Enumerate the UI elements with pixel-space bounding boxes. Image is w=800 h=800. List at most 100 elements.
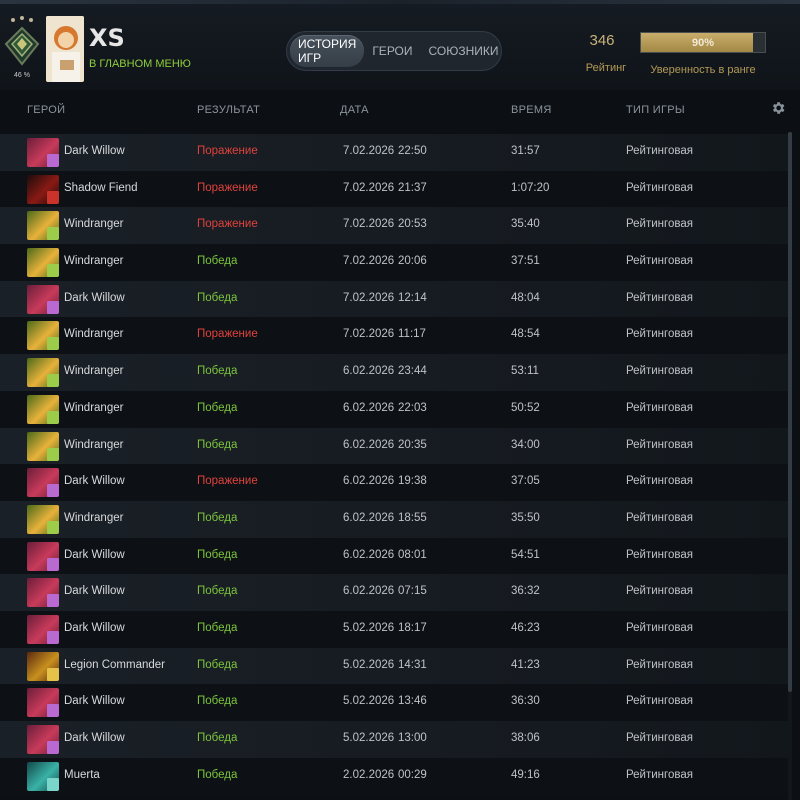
hero-name: Shadow Fiend <box>64 181 138 194</box>
match-type: Рейтинговая <box>626 291 693 304</box>
match-start-time: 18:17 <box>398 621 427 634</box>
match-row[interactable]: Dark Willow Поражение 7.02.2026 22:50 31:57 Р… <box>0 134 790 171</box>
hero-role-badge-icon <box>47 410 59 424</box>
hero-portrait-icon <box>27 138 59 167</box>
match-list: Dark Willow Поражение 7.02.2026 22:50 31:57 Р… <box>0 134 790 795</box>
match-row[interactable]: Legion Commander Победа 5.02.2026 14:31 41:2… <box>0 647 790 685</box>
hero-portrait-icon <box>27 431 59 461</box>
scrollbar-thumb[interactable] <box>788 132 792 692</box>
match-start-time: 23:44 <box>398 365 427 378</box>
tab-heroes[interactable]: ГЕРОИ <box>364 35 420 67</box>
col-header-type[interactable]: ТИП ИГРЫ <box>626 104 685 116</box>
match-result: Победа <box>197 585 238 598</box>
match-result: Победа <box>197 401 238 414</box>
match-type: Рейтинговая <box>626 732 693 744</box>
match-result: Победа <box>197 255 238 268</box>
match-date: 6.02.2026 <box>343 401 395 414</box>
match-start-time: 12:14 <box>398 291 427 304</box>
match-duration: 1:07:20 <box>511 181 550 194</box>
hero-portrait-icon <box>27 321 59 351</box>
hero-portrait-icon <box>27 358 59 388</box>
match-row[interactable]: Windranger Победа 6.02.2026 20:35 34:00 Рейти… <box>0 427 790 465</box>
match-duration: 53:11 <box>511 365 539 378</box>
match-result: Поражение <box>197 328 258 341</box>
col-header-result[interactable]: РЕЗУЛЬТАТ <box>197 104 260 116</box>
hero-portrait-icon <box>27 394 59 424</box>
match-date: 5.02.2026 <box>343 658 395 671</box>
match-date: 7.02.2026 <box>343 291 395 304</box>
match-result: Поражение <box>197 475 258 488</box>
match-duration: 36:32 <box>511 585 540 598</box>
match-result: Победа <box>197 768 238 781</box>
match-duration: 54:51 <box>511 548 540 561</box>
hero-role-badge-icon <box>47 154 59 167</box>
match-row[interactable]: Dark Willow Победа 5.02.2026 18:17 46:23 Рейт… <box>0 610 790 648</box>
match-start-time: 13:46 <box>398 695 427 708</box>
match-duration: 46:23 <box>511 621 540 634</box>
match-type: Рейтинговая <box>626 401 693 414</box>
match-result: Победа <box>197 695 238 708</box>
match-start-time: 20:06 <box>398 255 427 268</box>
match-duration: 31:57 <box>511 145 540 157</box>
col-header-duration[interactable]: ВРЕМЯ <box>511 104 552 116</box>
hero-portrait-icon <box>27 541 59 571</box>
gear-icon[interactable] <box>770 100 786 116</box>
match-duration: 41:23 <box>511 658 540 671</box>
match-row[interactable]: Windranger Победа 6.02.2026 22:03 50:52 Рейти… <box>0 390 790 428</box>
match-date: 7.02.2026 <box>343 181 395 194</box>
hero-name: Muerta <box>64 768 100 781</box>
match-type: Рейтинговая <box>626 511 693 524</box>
hero-role-badge-icon <box>47 520 59 534</box>
match-duration: 36:30 <box>511 695 540 708</box>
match-row[interactable]: Windranger Поражение 7.02.2026 20:53 35:40 Ре… <box>0 207 790 245</box>
hero-role-badge-icon <box>47 227 59 241</box>
hero-name: Dark Willow <box>64 548 125 561</box>
match-type: Рейтинговая <box>626 695 693 708</box>
hero-role-badge-icon <box>47 447 59 461</box>
match-date: 7.02.2026 <box>343 328 395 341</box>
match-row[interactable]: Dark Willow Победа 7.02.2026 12:14 48:04 Рейт… <box>0 280 790 318</box>
match-row[interactable]: Dark Willow Поражение 6.02.2026 19:38 37:05 Р… <box>0 464 790 501</box>
match-type: Рейтинговая <box>626 585 693 598</box>
match-date: 6.02.2026 <box>343 365 395 378</box>
hero-portrait-icon <box>27 725 59 754</box>
hero-role-badge-icon <box>47 667 59 681</box>
rating-value: 346 <box>589 32 615 49</box>
match-result: Победа <box>197 365 238 378</box>
match-duration: 38:06 <box>511 732 540 744</box>
match-row[interactable]: Dark Willow Победа 6.02.2026 08:01 54:51 Рейт… <box>0 537 790 575</box>
avatar[interactable] <box>46 16 84 82</box>
match-row[interactable]: Windranger Поражение 7.02.2026 11:17 48:54 Ре… <box>0 317 790 355</box>
hero-name: Windranger <box>64 218 124 231</box>
match-result: Победа <box>197 511 238 524</box>
hero-name: Windranger <box>64 511 124 524</box>
match-row[interactable]: Windranger Победа 6.02.2026 23:44 53:11 Рейти… <box>0 354 790 391</box>
match-duration: 50:52 <box>511 401 540 414</box>
match-row[interactable]: Windranger Победа 6.02.2026 18:55 35:50 Рейти… <box>0 500 790 538</box>
match-result: Победа <box>197 658 238 671</box>
tab-allies[interactable]: СОЮЗНИКИ <box>421 35 507 67</box>
rank-badge-text: 46 % <box>14 72 30 79</box>
tab-match-history[interactable]: ИСТОРИЯ ИГР <box>290 35 365 67</box>
match-type: Рейтинговая <box>626 181 693 194</box>
match-duration: 37:05 <box>511 475 540 488</box>
match-row[interactable]: Muerta Победа 2.02.2026 00:29 49:16 Рейтингов… <box>0 757 790 795</box>
match-row[interactable]: Dark Willow Победа 5.02.2026 13:46 36:30 Рейт… <box>0 684 790 721</box>
match-start-time: 22:50 <box>398 145 427 157</box>
match-date: 6.02.2026 <box>343 511 395 524</box>
hero-role-badge-icon <box>47 300 59 314</box>
match-start-time: 20:53 <box>398 218 427 231</box>
match-row[interactable]: Windranger Победа 7.02.2026 20:06 37:51 Рейти… <box>0 244 790 281</box>
hero-portrait-icon <box>27 468 59 498</box>
match-row[interactable]: Dark Willow Победа 5.02.2026 13:00 38:06 Рейт… <box>0 721 790 758</box>
hero-role-badge-icon <box>47 741 59 754</box>
match-row[interactable]: Shadow Fiend Поражение 7.02.2026 21:37 1:07:… <box>0 170 790 208</box>
hero-role-badge-icon <box>47 264 59 278</box>
hero-portrait-icon <box>27 504 59 534</box>
match-result: Поражение <box>197 218 258 231</box>
col-header-date[interactable]: ДАТА <box>340 104 369 116</box>
col-header-hero[interactable]: ГЕРОЙ <box>27 104 65 116</box>
match-row[interactable]: Dark Willow Победа 6.02.2026 07:15 36:32 Рейт… <box>0 574 790 611</box>
match-result: Поражение <box>197 181 258 194</box>
hero-role-badge-icon <box>47 374 59 388</box>
